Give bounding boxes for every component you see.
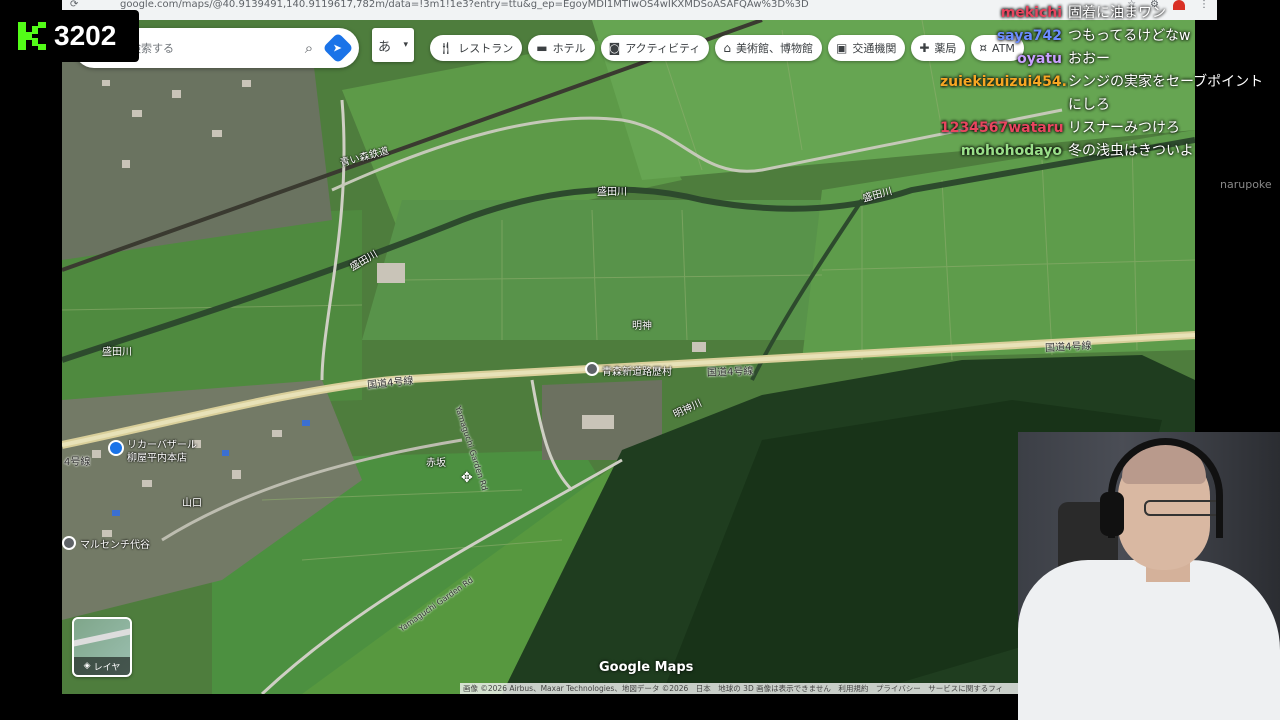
layers-button[interactable]: ◈ レイヤ	[72, 617, 132, 677]
chat-message: 1234567wataru リスナーみつけろ	[940, 117, 1280, 140]
kick-logo-icon	[18, 22, 46, 50]
chat-username: zuiekizuizui454...	[940, 74, 1068, 90]
pharmacy-icon: ✚	[919, 41, 930, 55]
map-label-place: 山口	[182, 498, 202, 509]
move-cursor-icon: ✥	[461, 470, 473, 486]
chip-label: アクティビティ	[625, 42, 701, 55]
webcam-feed	[1018, 432, 1280, 720]
map-label-river: 盛田川	[102, 347, 132, 358]
layers-label: ◈ レイヤ	[74, 657, 130, 675]
layers-label-text: レイヤ	[93, 662, 121, 673]
chip-museum[interactable]: ⌂ 美術館、博物館	[715, 35, 822, 61]
viewer-count: 3202	[54, 20, 117, 51]
chip-transit[interactable]: ▣ 交通機関	[828, 35, 906, 61]
category-chips: 🍴︎ レストラン ▬ ホテル ◙ アクティビティ ⌂ 美術館、博物館 ▣ 交通機関 ✚ 薬局…	[430, 35, 1024, 61]
map-label-road: 4号線	[64, 457, 91, 468]
ime-label: あ	[378, 39, 392, 55]
ime-toggle-button[interactable]: あ ▾	[372, 28, 414, 62]
chat-username: 1234567wataru	[940, 120, 1064, 136]
layers-icon: ◈	[83, 661, 91, 671]
map-label-road: 国道4号線	[706, 366, 754, 379]
chevron-down-icon: ▾	[403, 40, 408, 50]
chip-restaurant[interactable]: 🍴︎ レストラン	[430, 35, 523, 61]
chat-username: saya742	[996, 28, 1062, 44]
shop-marker-icon[interactable]	[108, 440, 124, 456]
chip-label: 交通機関	[852, 42, 897, 55]
search-icon[interactable]: ⌕	[295, 39, 323, 57]
chip-activity[interactable]: ◙ アクティビティ	[600, 35, 710, 61]
directions-icon[interactable]: ➤	[322, 32, 354, 64]
chat-text: おおー	[1068, 51, 1110, 67]
chat-message: saya742 つもってるけどなw	[940, 25, 1280, 48]
viewer-count-badge: 3202	[8, 10, 139, 62]
map-label-place: 赤坂	[426, 458, 446, 469]
map-label-river: 盛田川	[597, 187, 627, 198]
restaurant-icon: 🍴︎	[438, 41, 454, 55]
chat-text: つもってるけどなw	[1068, 28, 1191, 44]
chat-message: oyatu おおー	[940, 48, 1280, 71]
poi-marker-icon[interactable]	[62, 536, 76, 550]
map-label-road: 国道4号線	[1044, 340, 1092, 355]
chat-text: 冬の浅虫はきついよ	[1068, 143, 1194, 159]
chat-username: mekichi	[1000, 5, 1062, 21]
layers-thumbnail	[74, 623, 130, 649]
chat-text: 固着に油まワン	[1068, 5, 1166, 21]
map-label-poi[interactable]: 柳屋平内本店	[127, 449, 187, 464]
museum-icon: ⌂	[723, 41, 731, 55]
chat-username: mohohodayo	[960, 143, 1062, 159]
map-label-poi[interactable]: マルセンチ代谷	[80, 536, 150, 551]
chip-hotel[interactable]: ▬ ホテル	[528, 35, 595, 61]
chat-overlay: mekichi 固着に油まワン saya742 つもってるけどなw oyatu …	[940, 2, 1280, 163]
reload-icon[interactable]: ⟳	[70, 0, 78, 10]
transit-icon: ▣	[836, 41, 848, 55]
url-text[interactable]: google.com/maps/@40.9139491,140.9119617,…	[120, 0, 809, 10]
poi-marker-icon[interactable]	[585, 362, 599, 376]
map-label-place: 明神	[632, 321, 652, 332]
chip-label: ホテル	[552, 42, 586, 55]
chip-label: 美術館、博物館	[736, 42, 813, 55]
chat-message: mohohodayo 冬の浅虫はきついよ	[940, 140, 1280, 163]
chat-text: シンジの実家をセーブポイントにしろ	[1068, 74, 1264, 113]
chat-message: mekichi 固着に油まワン	[940, 2, 1280, 25]
map-label-poi[interactable]: 青森新道路歴村	[602, 363, 672, 378]
chat-text: リスナーみつけろ	[1068, 120, 1180, 136]
side-username: narupoke	[1220, 178, 1272, 191]
chip-label: レストラン	[458, 42, 514, 55]
chat-message: zuiekizuizui454... シンジの実家をセーブポイントにしろ	[940, 71, 1280, 117]
camera-icon: ◙	[608, 41, 621, 55]
hotel-icon: ▬	[536, 41, 548, 55]
google-maps-logo: Google Maps	[599, 660, 694, 675]
chat-username: oyatu	[1017, 51, 1062, 67]
streamer-shirt	[1018, 560, 1280, 720]
